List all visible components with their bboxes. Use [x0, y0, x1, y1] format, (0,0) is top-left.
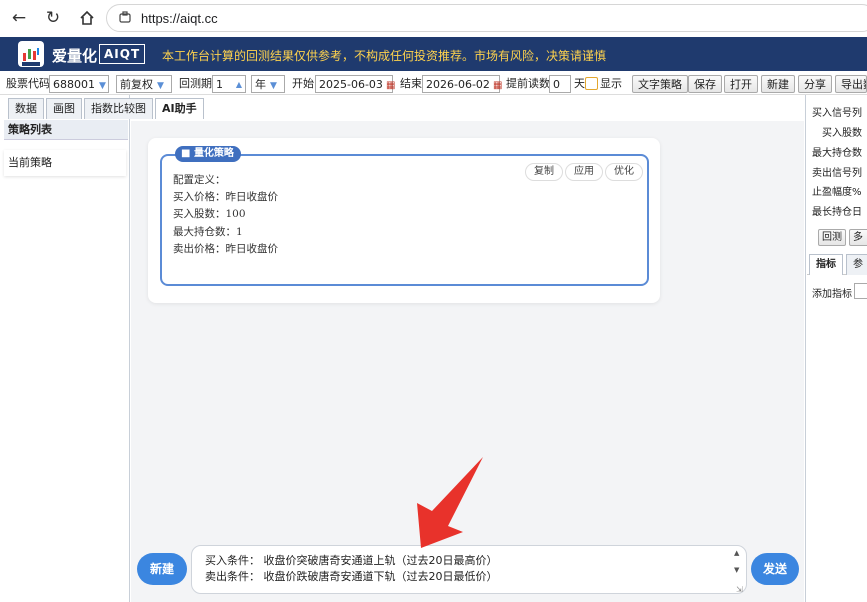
share-button[interactable]: 分享: [798, 75, 832, 93]
optimize-button[interactable]: 优化: [605, 163, 643, 181]
stepper-icon[interactable]: ▲: [236, 76, 242, 93]
strategy-line: 买入价格：昨日收盘价: [173, 191, 278, 204]
backtest-button[interactable]: 回测: [818, 229, 846, 246]
copy-button[interactable]: 复制: [525, 163, 563, 181]
preread-label: 提前读数: [506, 77, 550, 90]
add-indicator-input[interactable]: [854, 283, 867, 299]
export-button[interactable]: 导出数: [835, 75, 867, 93]
text-strategy-button[interactable]: 文字策略: [632, 75, 688, 93]
tab-draw[interactable]: 画图: [46, 98, 82, 119]
show-label: 显示: [600, 77, 622, 90]
buy-shares-label: 买入股数: [822, 128, 862, 139]
start-date-input[interactable]: 2025-06-03 ▦: [315, 75, 395, 93]
left-tabs: 数据 画图 指数比较图 AI助手: [0, 95, 206, 119]
calendar-icon[interactable]: ▦: [386, 80, 395, 91]
send-button[interactable]: 发送: [751, 553, 799, 585]
tab-index-compare[interactable]: 指数比较图: [84, 98, 153, 119]
scroll-down-icon[interactable]: ▼: [734, 566, 739, 574]
apply-button[interactable]: 应用: [565, 163, 603, 181]
right-tabs: 指标 参: [807, 251, 867, 275]
sell-signal-label: 卖出信号列: [812, 168, 862, 179]
adjust-select[interactable]: 前复权 ▼: [116, 75, 172, 93]
multi-button[interactable]: 多是: [849, 229, 867, 246]
period-value: 1: [216, 78, 223, 91]
strategy-line: 卖出价格：昨日收盘价: [173, 242, 278, 255]
calendar-icon[interactable]: ▦: [493, 80, 502, 91]
tab-params[interactable]: 参: [846, 254, 867, 275]
max-position-label: 最大持仓数: [812, 148, 862, 159]
input-line: 卖出条件： 收盘价跌破唐奇安通道下轨（过去20日最低价）: [205, 569, 498, 583]
chevron-down-icon: ▼: [99, 81, 106, 91]
app-name: 爱量化: [52, 47, 98, 65]
period-unit-select[interactable]: 年 ▼: [251, 75, 285, 93]
buy-signal-label: 买入信号列: [812, 108, 862, 119]
app-header: 爱量化 AIQT 本工作台计算的回测结果仅供参考，不构成任何投资推荐。市场有风险…: [0, 37, 867, 71]
strategy-list-header: 策略列表: [4, 120, 128, 140]
preread-input[interactable]: 0: [549, 75, 571, 93]
new-chat-button[interactable]: 新建: [137, 553, 187, 585]
logo-icon: [18, 41, 44, 67]
stock-code-value: 688001: [53, 78, 95, 91]
adjust-value: 前复权: [120, 78, 153, 91]
end-date-value: 2026-06-02: [426, 78, 490, 91]
current-strategy-item[interactable]: 当前策略: [4, 150, 126, 176]
open-button[interactable]: 打开: [724, 75, 758, 93]
chat-input-text: 买入条件： 收盘价突破唐奇安通道上轨（过去20日最高价） 卖出条件： 收盘价跌破…: [205, 553, 498, 584]
strategy-tag: ■ 量化策略: [175, 146, 241, 162]
reload-icon[interactable]: ↻: [42, 7, 64, 29]
new-file-button[interactable]: 新建: [761, 75, 795, 93]
resize-handle-icon[interactable]: ⇲: [736, 585, 743, 594]
tab-indicator[interactable]: 指标: [809, 254, 843, 275]
period-stepper[interactable]: 1 ▲: [212, 75, 246, 93]
scroll-up-icon[interactable]: ▲: [734, 549, 739, 557]
end-date-input[interactable]: 2026-06-02 ▦: [422, 75, 502, 93]
period-label: 回测期: [179, 77, 212, 90]
stock-code-label: 股票代码: [6, 77, 50, 90]
tab-ai-assistant[interactable]: AI助手: [155, 98, 204, 119]
disclaimer-text: 本工作台计算的回测结果仅供参考，不构成任何投资推荐。市场有风险，决策请谨慎: [162, 49, 607, 63]
browser-toolbar: ← ↻ https://aiqt.cc: [0, 0, 867, 37]
input-line: 买入条件： 收盘价突破唐奇安通道上轨（过去20日最高价）: [205, 554, 498, 567]
address-bar[interactable]: https://aiqt.cc: [106, 4, 867, 32]
main-toolbar: 股票代码 688001 ▼ 前复权 ▼ 回测期 1 ▲ 年 ▼ 开始 2025-06-0…: [0, 71, 867, 95]
app-badge: AIQT: [99, 44, 146, 64]
show-checkbox[interactable]: [585, 77, 598, 90]
preread-unit: 天: [574, 77, 585, 90]
add-indicator-label: 添加指标: [812, 289, 852, 300]
end-label: 结束: [400, 77, 422, 90]
take-profit-label: 止盈幅度%: [812, 187, 862, 198]
url-text: https://aiqt.cc: [141, 10, 218, 26]
home-icon[interactable]: [76, 7, 98, 29]
strategy-definition: 配置定义： 买入价格：昨日收盘价 买入股数：100 最大持仓数：1 卖出价格：昨…: [173, 172, 278, 258]
chart-icon: ■: [181, 148, 191, 159]
strategy-line: 买入股数：100: [173, 208, 246, 221]
strategy-line: 配置定义：: [173, 174, 226, 186]
back-icon[interactable]: ←: [8, 7, 30, 29]
strategy-line: 最大持仓数：1: [173, 225, 243, 238]
chevron-down-icon: ▼: [270, 81, 277, 91]
chevron-down-icon: ▼: [157, 81, 164, 91]
stock-code-select[interactable]: 688001 ▼: [49, 75, 109, 93]
tab-data[interactable]: 数据: [8, 98, 44, 119]
start-date-value: 2025-06-03: [319, 78, 383, 91]
max-hold-days-label: 最长持仓日: [812, 207, 862, 218]
site-info-icon[interactable]: [119, 10, 131, 26]
strategy-tag-label: 量化策略: [193, 148, 234, 159]
period-unit-value: 年: [255, 78, 266, 91]
save-button[interactable]: 保存: [688, 75, 722, 93]
start-label: 开始: [292, 77, 314, 90]
